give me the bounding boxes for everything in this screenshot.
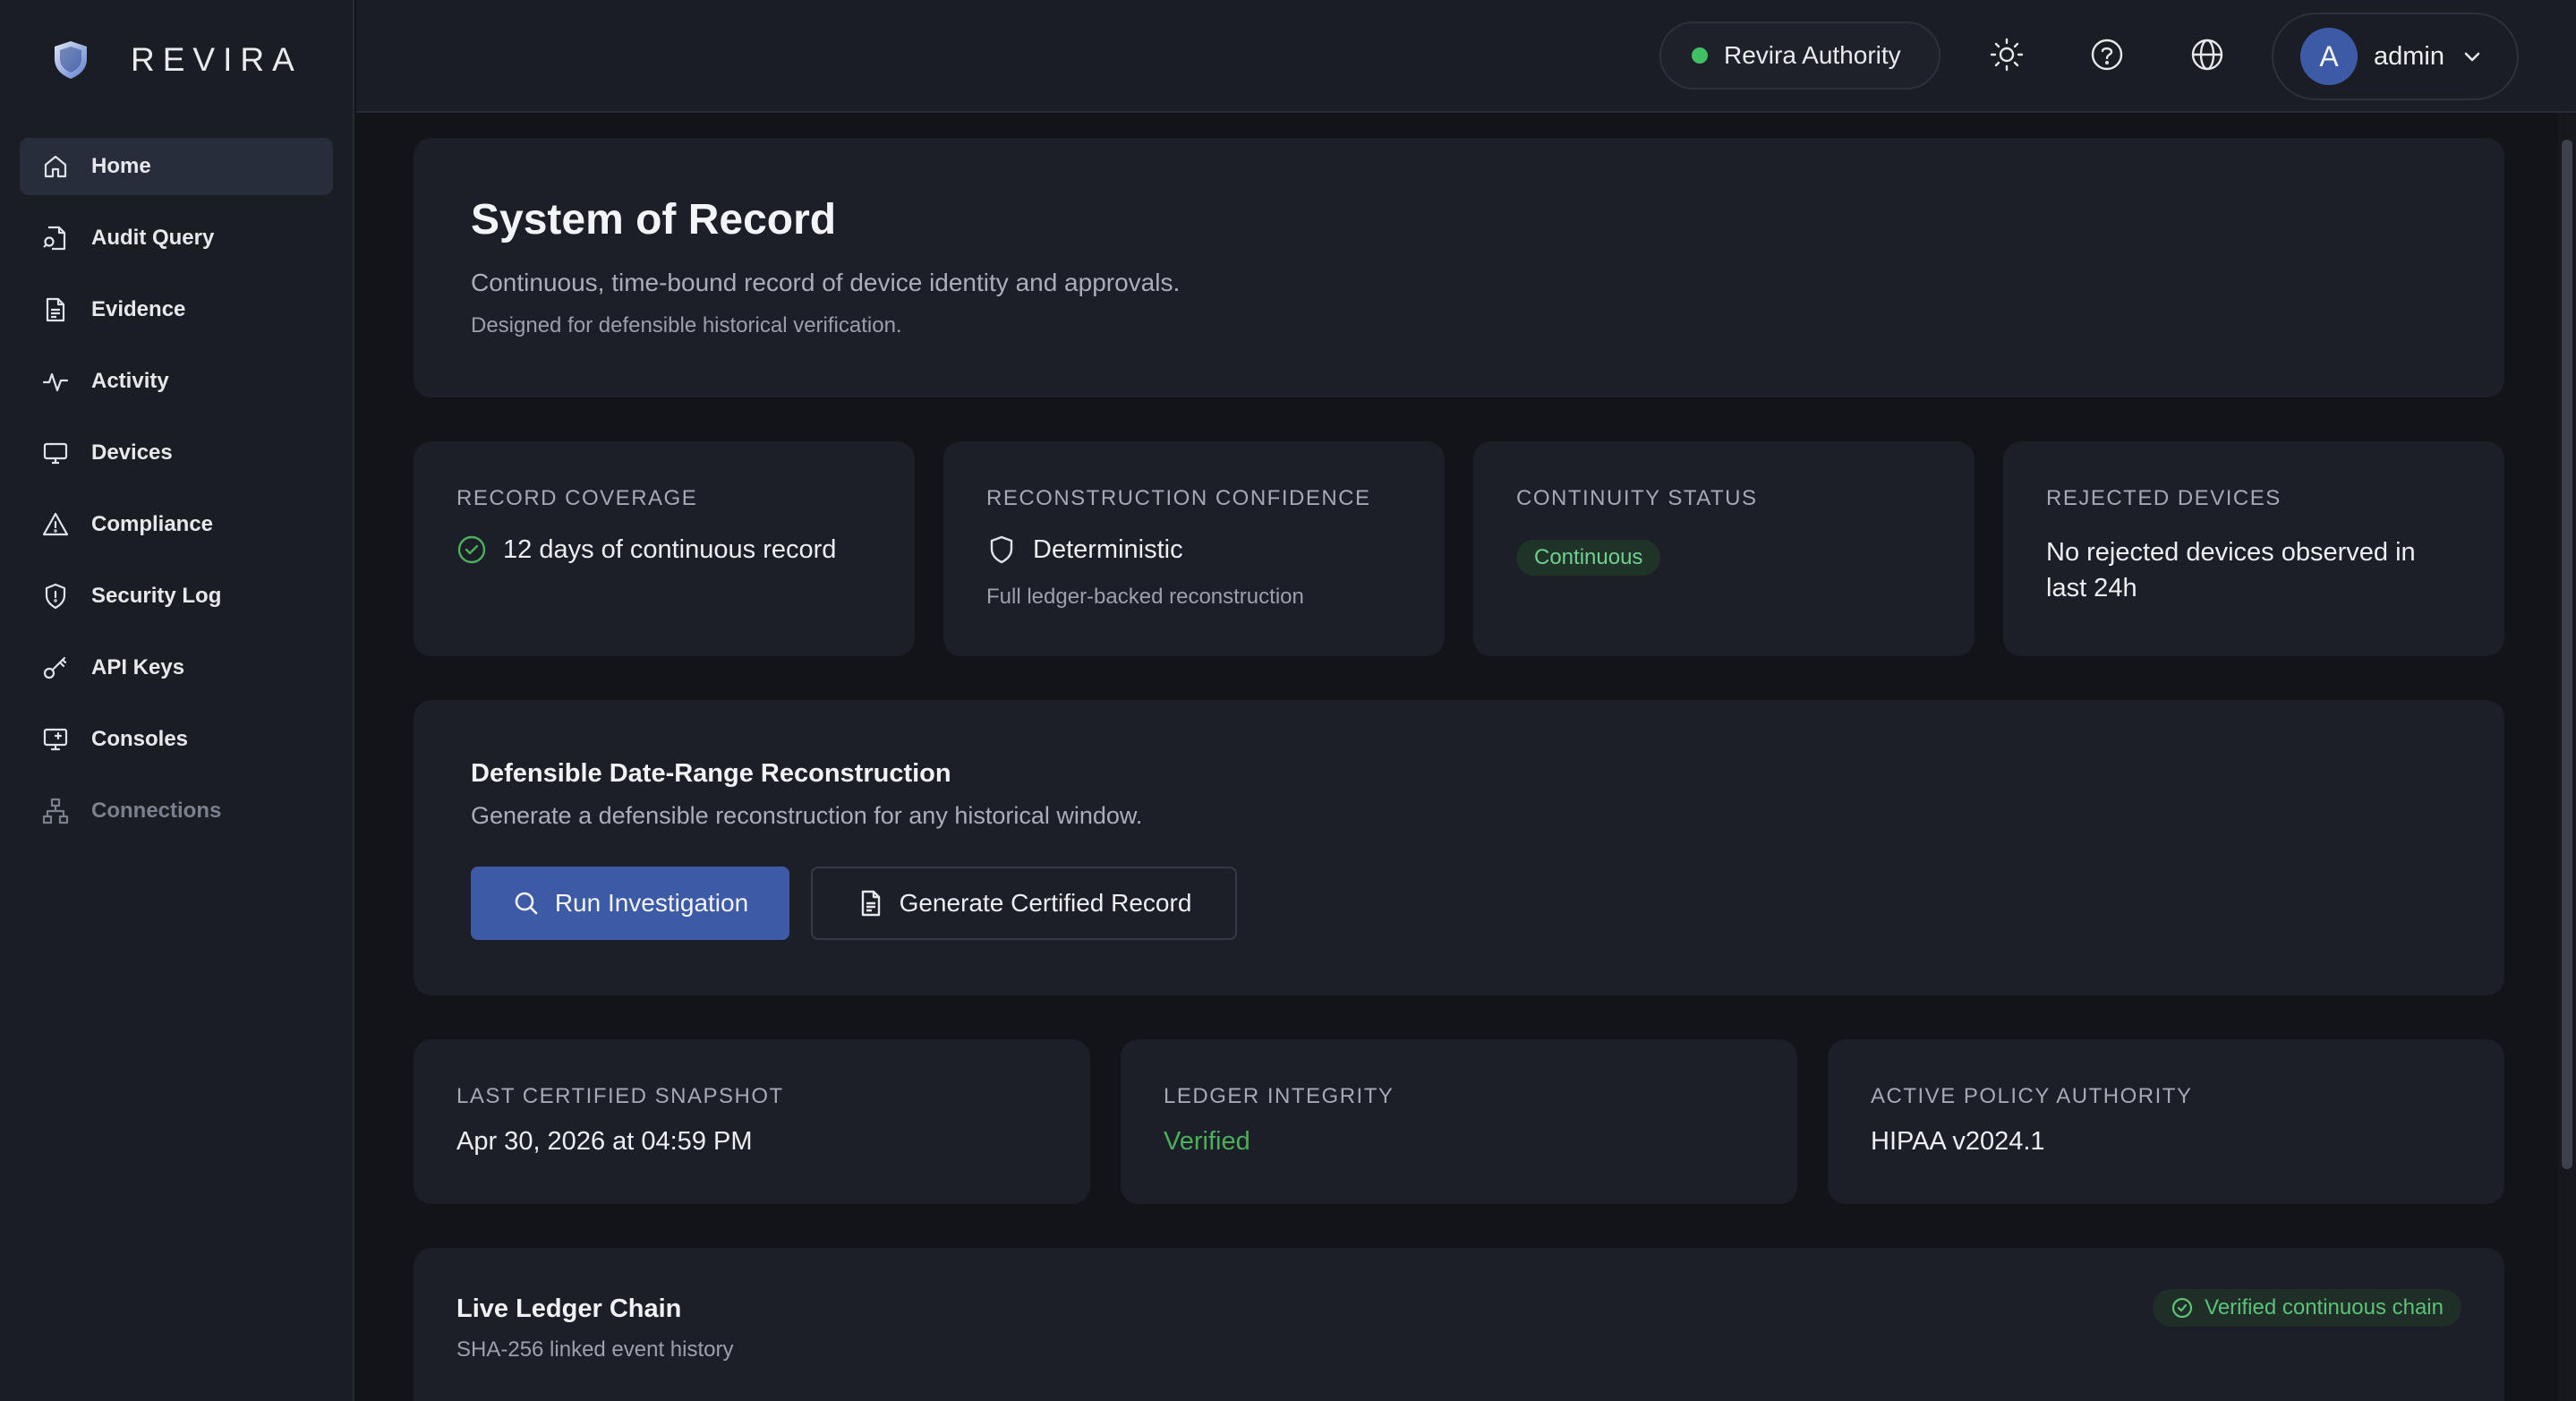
sidebar-item-connections[interactable]: Connections — [20, 782, 333, 840]
globe-icon — [2191, 38, 2223, 71]
reconstruction-confidence-card: Reconstruction Confidence Deterministic … — [943, 441, 1445, 656]
stat-value: Deterministic — [1033, 534, 1183, 564]
check-circle-icon — [457, 535, 486, 564]
network-icon — [39, 795, 72, 827]
generate-certified-record-button[interactable]: Generate Certified Record — [811, 867, 1237, 940]
app-root: REVIRA Home Audit Query Evidence Activit… — [0, 0, 2576, 1401]
file-search-icon — [39, 222, 72, 254]
authority-label: Revira Authority — [1724, 41, 1901, 69]
chain-status-label: Verified continuous chain — [2205, 1295, 2444, 1320]
button-label: Run Investigation — [554, 889, 749, 917]
sidebar-item-label: Compliance — [91, 512, 214, 536]
sidebar-nav: Home Audit Query Evidence Activity Devic… — [20, 138, 333, 854]
help-button[interactable] — [2086, 34, 2128, 75]
stat-label: Last Certified Snapshot — [456, 1084, 784, 1108]
section-title: Live Ledger Chain — [456, 1294, 682, 1323]
stat-label: Ledger Integrity — [1164, 1084, 1395, 1108]
stat-value: HIPAA v2024.1 — [1871, 1127, 2045, 1156]
username: admin — [2374, 41, 2444, 71]
status-badge: Continuous — [1516, 540, 1661, 576]
stat-value: Apr 30, 2026 at 04:59 PM — [456, 1127, 753, 1156]
button-label: Generate Certified Record — [899, 889, 1192, 917]
sidebar-item-label: Consoles — [91, 727, 189, 751]
brand[interactable]: REVIRA — [48, 38, 303, 82]
stat-label: Continuity Status — [1516, 486, 1758, 510]
status-dot-icon — [1692, 47, 1708, 64]
sidebar-item-label: API Keys — [91, 655, 185, 679]
shield-icon — [990, 535, 1013, 564]
rejected-devices-card: Rejected Devices No rejected devices obs… — [2003, 441, 2504, 656]
chevron-down-icon — [2464, 52, 2480, 62]
chain-status-badge: Verified continuous chain — [2153, 1289, 2461, 1327]
document-icon — [39, 294, 72, 326]
sidebar-item-compliance[interactable]: Compliance — [20, 496, 333, 553]
warning-icon — [39, 508, 72, 541]
authority-status-pill[interactable]: Revira Authority — [1659, 21, 1941, 90]
brand-name: REVIRA — [131, 41, 303, 78]
user-menu[interactable]: A admin — [2272, 13, 2519, 100]
check-circle-icon — [2172, 1297, 2193, 1319]
stat-label: Record Coverage — [456, 486, 698, 510]
activity-icon — [39, 365, 72, 397]
sidebar-item-api-keys[interactable]: API Keys — [20, 639, 333, 696]
run-investigation-button[interactable]: Run Investigation — [471, 867, 789, 940]
sidebar-item-devices[interactable]: Devices — [20, 424, 333, 482]
continuity-status-card: Continuity Status Continuous — [1473, 441, 1975, 656]
sidebar-item-evidence[interactable]: Evidence — [20, 281, 333, 338]
last-snapshot-card: Last Certified Snapshot Apr 30, 2026 at … — [414, 1039, 1090, 1204]
sidebar-item-label: Home — [91, 154, 151, 178]
document-icon — [861, 890, 880, 917]
console-icon — [39, 723, 72, 756]
avatar: A — [2300, 28, 2358, 85]
policy-authority-card: Active Policy Authority HIPAA v2024.1 — [1828, 1039, 2504, 1204]
sidebar: REVIRA Home Audit Query Evidence Activit… — [0, 0, 354, 1401]
section-title: Defensible Date-Range Reconstruction — [471, 759, 951, 788]
home-icon — [39, 150, 72, 183]
sidebar-item-consoles[interactable]: Consoles — [20, 711, 333, 768]
stat-label: Active Policy Authority — [1871, 1084, 2193, 1108]
page-title: System of Record — [471, 196, 837, 243]
key-icon — [39, 652, 72, 684]
scrollbar-thumb[interactable] — [2562, 140, 2572, 1169]
search-icon — [515, 892, 538, 915]
shield-icon — [39, 580, 72, 612]
reconstruction-card: Defensible Date-Range Reconstruction Gen… — [414, 700, 2504, 995]
integrity-status: Verified — [1164, 1127, 1250, 1156]
page-note: Designed for defensible historical verif… — [471, 313, 902, 337]
stat-row: Deterministic — [986, 534, 1183, 565]
sidebar-item-security-log[interactable]: Security Log — [20, 568, 333, 625]
sidebar-item-activity[interactable]: Activity — [20, 353, 333, 410]
record-coverage-card: Record Coverage 12 days of continuous re… — [414, 441, 915, 656]
stat-label: Reconstruction Confidence — [986, 486, 1371, 510]
top-bar: Revira Authority A admin — [356, 0, 2576, 113]
section-subtitle: Generate a defensible reconstruction for… — [471, 802, 1143, 829]
monitor-icon — [39, 437, 72, 469]
sidebar-item-label: Devices — [91, 440, 173, 465]
stat-note: Full ledger-backed reconstruction — [986, 585, 1304, 609]
sidebar-item-label: Activity — [91, 369, 169, 393]
sun-icon — [1990, 38, 2024, 72]
theme-toggle-button[interactable] — [1986, 34, 2027, 75]
page-subtitle: Continuous, time-bound record of device … — [471, 269, 1181, 296]
stat-value: 12 days of continuous record — [503, 534, 837, 564]
sidebar-item-label: Security Log — [91, 584, 222, 608]
stat-row: 12 days of continuous record — [456, 534, 836, 565]
stat-value: No rejected devices observed in last 24h — [2046, 538, 2416, 602]
language-button[interactable] — [2187, 34, 2228, 75]
stat-label: Rejected Devices — [2046, 486, 2282, 510]
sidebar-item-audit-query[interactable]: Audit Query — [20, 209, 333, 267]
ledger-integrity-card: Ledger Integrity Verified — [1121, 1039, 1797, 1204]
sidebar-item-label: Evidence — [91, 297, 186, 321]
shield-logo-icon — [55, 41, 87, 79]
help-icon — [2091, 38, 2123, 71]
sidebar-item-home[interactable]: Home — [20, 138, 333, 195]
sidebar-item-label: Connections — [91, 799, 222, 823]
sidebar-item-label: Audit Query — [91, 226, 215, 250]
system-of-record-card: System of Record Continuous, time-bound … — [414, 138, 2504, 397]
live-ledger-card: Live Ledger Chain SHA-256 linked event h… — [414, 1248, 2504, 1401]
section-subtitle: SHA-256 linked event history — [456, 1337, 734, 1362]
